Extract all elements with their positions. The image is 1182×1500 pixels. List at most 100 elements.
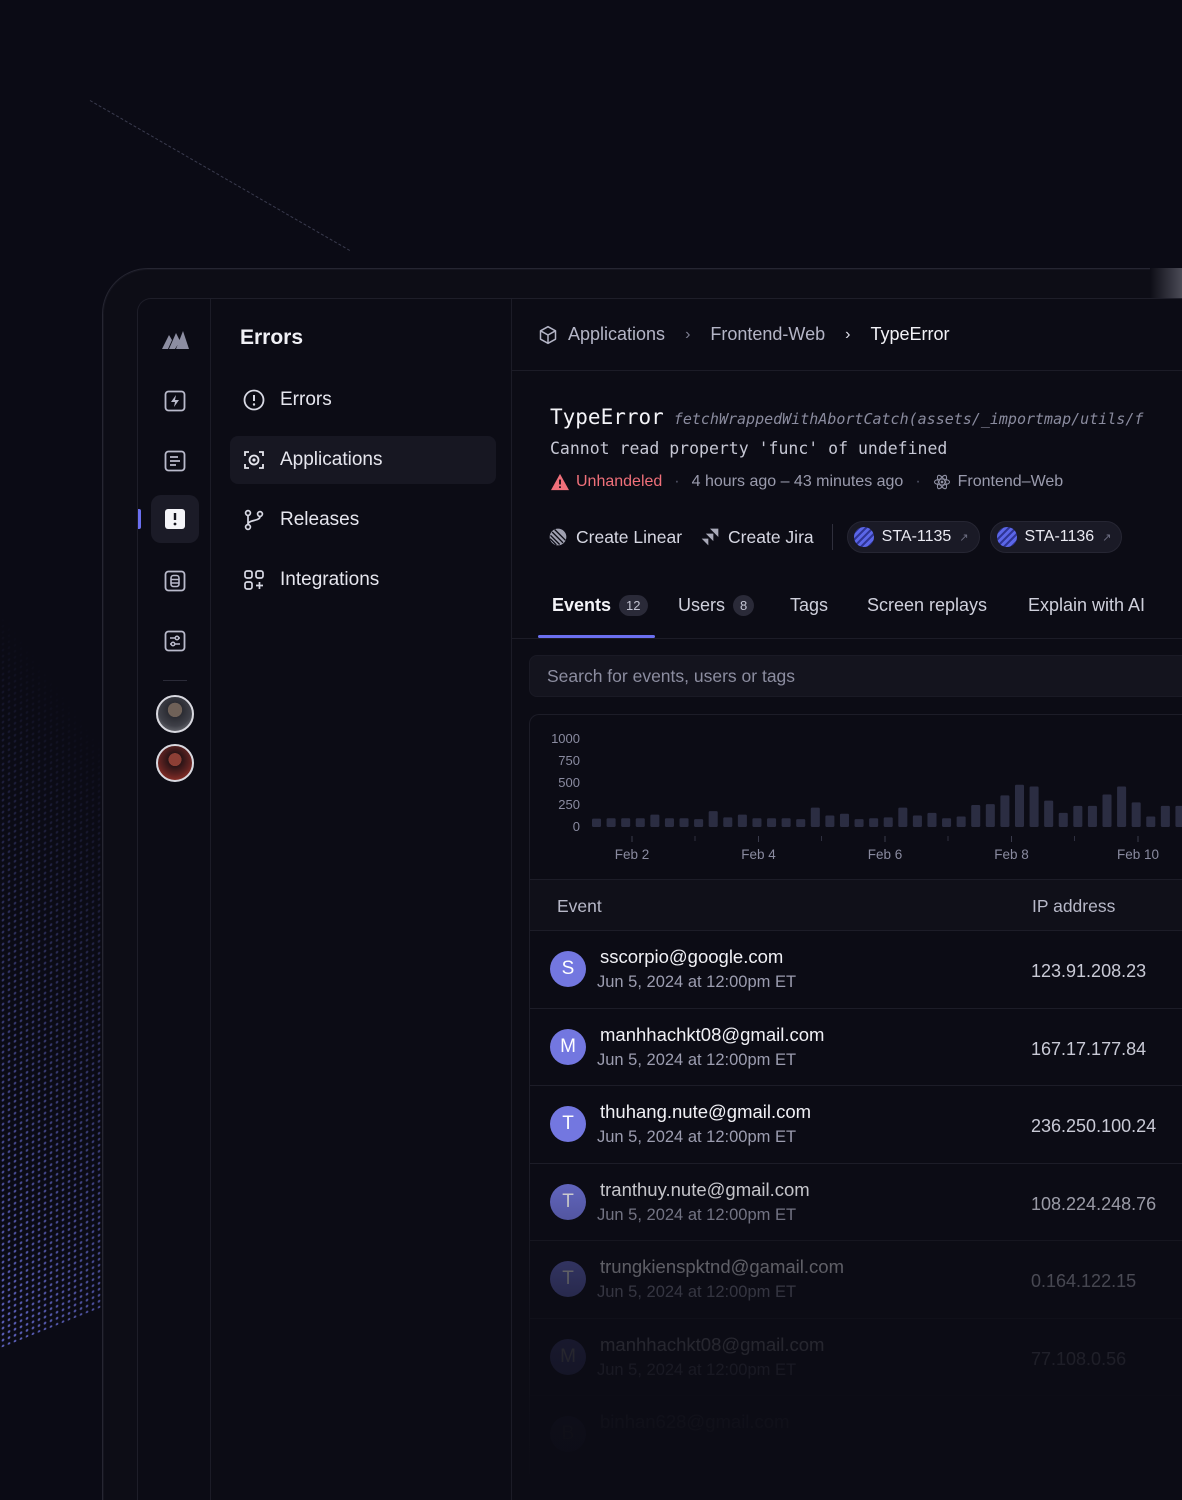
user-avatar: T xyxy=(550,1106,586,1142)
linked-issue-pill[interactable]: STA-1135 ↗ xyxy=(846,521,980,553)
tab-bar: Events 12 Users 8 Tags Screen replays Ex… xyxy=(512,577,1182,639)
ip-address: 108.224.248.76 xyxy=(1031,1193,1157,1214)
chart-bar xyxy=(985,804,995,827)
alert-circle-icon xyxy=(243,389,265,411)
list-icon xyxy=(164,450,186,472)
events-table: S sscorpio@google.com Jun 5, 2024 at 12:… xyxy=(529,931,1182,1474)
error-type: TypeError xyxy=(550,405,664,429)
tab-label: Tags xyxy=(790,595,829,615)
sidebar-item-label: Errors xyxy=(280,389,332,410)
event-date: Jun 5, 2024 at 12:00pm ET xyxy=(597,1050,797,1069)
chart-bar xyxy=(737,814,747,827)
rail-sliders-button[interactable] xyxy=(151,617,199,665)
chart-bar xyxy=(1044,800,1054,827)
tab-count-badge: 12 xyxy=(619,595,648,616)
tab-tags[interactable]: Tags xyxy=(790,595,828,616)
device-frame-highlight xyxy=(1150,268,1182,300)
user-avatar: M xyxy=(550,1028,586,1065)
table-row[interactable]: S sscorpio@google.com Jun 5, 2024 at 12:… xyxy=(530,931,1182,1009)
chevron-right-icon: › xyxy=(845,325,851,343)
ip-address: 236.250.100.24 xyxy=(1031,1116,1157,1136)
actions-divider xyxy=(831,524,833,550)
sidebar-item-errors[interactable]: Errors xyxy=(230,376,496,424)
chart-bar xyxy=(825,815,835,827)
sidebar-item-integrations[interactable]: Integrations xyxy=(230,556,496,604)
logo-icon xyxy=(162,331,189,349)
grid-plus-icon xyxy=(244,570,264,590)
sidebar-item-applications[interactable]: Applications xyxy=(230,436,496,484)
chart-bar xyxy=(796,819,806,827)
alert-square-icon xyxy=(165,509,185,529)
table-row[interactable]: T tranthuy.nute@gmail.com Jun 5, 2024 at… xyxy=(530,1164,1182,1241)
column-header-ip[interactable]: IP address xyxy=(1032,896,1115,917)
create-linear-label: Create Linear xyxy=(576,526,683,547)
tab-explain-ai[interactable]: Explain with AI xyxy=(1028,595,1145,616)
sidebar-item-releases[interactable]: Releases xyxy=(230,496,496,544)
search-input[interactable]: Search for events, users or tags xyxy=(529,655,1182,697)
user-email: trungkienspktnd@gamail.com xyxy=(600,1256,844,1277)
avatar[interactable] xyxy=(156,744,194,782)
table-row[interactable]: T thuhang.nute@gmail.com Jun 5, 2024 at … xyxy=(530,1086,1182,1164)
sidebar-title: Errors xyxy=(240,326,304,349)
table-row[interactable]: B binhan628@gmail.com xyxy=(530,1396,1182,1474)
chart-bar xyxy=(956,816,966,827)
chart-bar xyxy=(767,818,777,827)
error-app[interactable]: Frontend–Web xyxy=(958,473,1064,491)
chart-bar xyxy=(1058,812,1068,827)
x-tick-label: Feb 8 xyxy=(994,847,1029,862)
user-email: sscorpio@google.com xyxy=(600,946,784,967)
tab-events[interactable]: Events 12 xyxy=(552,595,648,616)
y-tick-label: 750 xyxy=(558,753,580,768)
user-avatar: M xyxy=(550,1338,586,1375)
secondary-sidebar: Errors Errors Applications Releases Inte… xyxy=(212,299,512,1500)
create-linear-button[interactable]: Create Linear xyxy=(548,527,682,548)
rail-errors-button[interactable] xyxy=(151,495,199,543)
icon-rail xyxy=(138,299,211,1500)
rail-list-button[interactable] xyxy=(151,437,199,485)
chart-bar xyxy=(1175,805,1182,827)
tab-count-badge: 8 xyxy=(733,595,755,616)
table-row[interactable]: T trungkienspktnd@gamail.com Jun 5, 2024… xyxy=(530,1241,1182,1319)
chart-bar xyxy=(854,819,864,827)
linear-issue-icon xyxy=(853,527,874,547)
chart-bar xyxy=(1014,784,1025,827)
breadcrumb-current: TypeError xyxy=(870,324,950,344)
events-chart: 1000 750 500 250 0 Feb 2 Feb 4 Feb 6 Feb 8 Feb 10 xyxy=(529,714,1182,880)
y-tick-label: 250 xyxy=(558,797,580,812)
user-avatar: T xyxy=(550,1261,586,1297)
chart-bar xyxy=(1131,802,1141,827)
chart-bar xyxy=(942,818,952,827)
rail-bolt-button[interactable] xyxy=(151,377,199,425)
meta-separator: · xyxy=(674,473,680,490)
ip-address: 123.91.208.23 xyxy=(1031,961,1147,981)
avatar[interactable] xyxy=(156,695,194,733)
chart-bar xyxy=(1000,795,1010,827)
table-row[interactable]: M manhhachkt08@gmail.com Jun 5, 2024 at … xyxy=(530,1009,1182,1086)
breadcrumb-frontend-web[interactable]: Frontend-Web xyxy=(710,324,825,345)
user-email: tranthuy.nute@gmail.com xyxy=(600,1178,810,1200)
create-jira-button[interactable]: Create Jira xyxy=(700,527,814,548)
chart-bar xyxy=(606,818,616,827)
tab-screen-replays[interactable]: Screen replays xyxy=(867,595,987,616)
tab-users[interactable]: Users 8 xyxy=(678,595,755,616)
sidebar-item-label: Applications xyxy=(280,449,383,470)
table-row[interactable]: M manhhachkt08@gmail.com Jun 5, 2024 at … xyxy=(530,1319,1182,1396)
breadcrumb-applications[interactable]: Applications xyxy=(568,324,665,345)
external-link-icon: ↗ xyxy=(959,531,969,544)
chart-bar xyxy=(664,818,674,827)
error-meta: Unhandeled · 4 hours ago – 43 minutes ag… xyxy=(550,473,1063,491)
chart-bar xyxy=(694,819,704,827)
linked-issue-pill[interactable]: STA-1136 ↗ xyxy=(989,521,1123,553)
rail-database-button[interactable] xyxy=(151,557,199,605)
create-jira-label: Create Jira xyxy=(728,526,814,547)
chart-bar xyxy=(1117,786,1127,827)
user-avatar: T xyxy=(550,1183,586,1220)
linked-issue-id: STA-1136 xyxy=(1024,528,1095,545)
chart-bar xyxy=(912,815,922,827)
error-message: Cannot read property 'func' of undefined xyxy=(550,439,948,458)
column-header-event[interactable]: Event xyxy=(557,896,602,917)
chart-bar xyxy=(1102,794,1112,827)
database-icon xyxy=(164,570,186,592)
status-badge: Unhandeled xyxy=(576,473,663,490)
chart-bar xyxy=(927,812,937,827)
